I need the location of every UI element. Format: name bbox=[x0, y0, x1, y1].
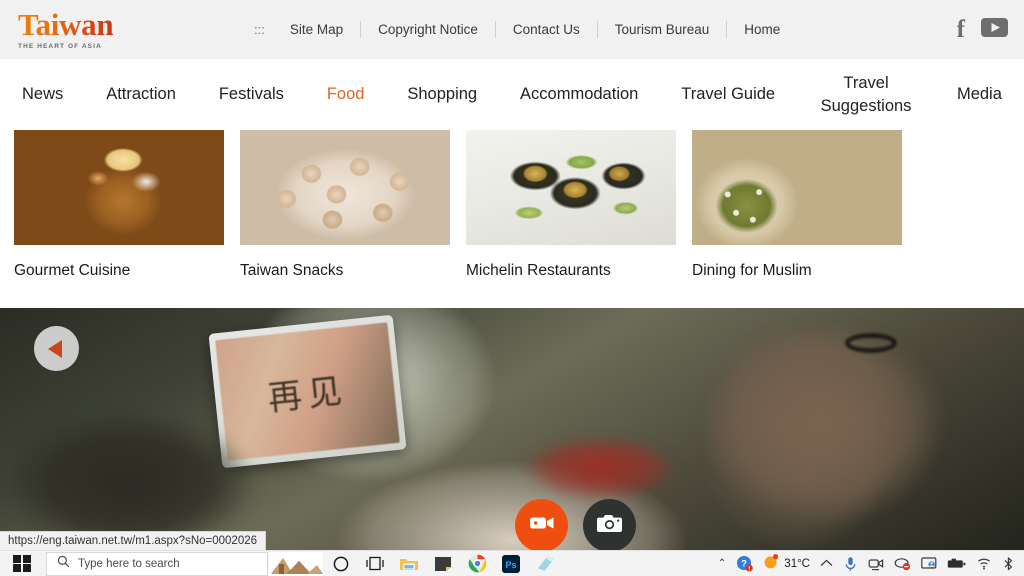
camera-icon bbox=[596, 513, 623, 539]
recording-blocked-icon[interactable] bbox=[889, 551, 916, 576]
hero-food-blur bbox=[505, 428, 695, 508]
search-placeholder-text: Type here to search bbox=[78, 557, 180, 570]
windows-taskbar: Type here to search Ps ⌃ ? ! 31°C bbox=[0, 550, 1024, 576]
system-tray: ⌃ ? ! 31°C bbox=[713, 551, 1024, 576]
webcam-icon[interactable] bbox=[863, 551, 889, 576]
halal-plate-photo bbox=[692, 130, 902, 245]
carousel-prev-button[interactable] bbox=[34, 326, 79, 371]
steamer-dumplings-photo bbox=[240, 130, 450, 245]
facebook-icon[interactable]: f bbox=[957, 17, 965, 42]
card-image[interactable] bbox=[466, 130, 676, 245]
logo-tagline: THE HEART OF ASIA bbox=[18, 43, 102, 50]
cortana-icon[interactable] bbox=[324, 551, 358, 576]
weather-temperature: 31°C bbox=[784, 557, 810, 570]
nav-item-travel-guide[interactable]: Travel Guide bbox=[681, 83, 775, 105]
nav-item-media[interactable]: Media bbox=[957, 83, 1002, 105]
card-label[interactable]: Taiwan Snacks bbox=[240, 262, 450, 280]
video-camera-icon bbox=[529, 514, 555, 537]
sticky-notes-icon[interactable] bbox=[426, 551, 460, 576]
start-button[interactable] bbox=[0, 551, 44, 576]
book-app-icon[interactable] bbox=[528, 551, 562, 576]
photoshop-icon[interactable]: Ps bbox=[494, 551, 528, 576]
weather-sun-icon bbox=[763, 553, 780, 575]
video-gallery-button[interactable] bbox=[515, 499, 568, 552]
food-category-cards: Gourmet Cuisine Taiwan Snacks Michelin R… bbox=[0, 130, 1024, 308]
utility-link-contact-us[interactable]: Contact Us bbox=[496, 22, 597, 37]
card-image[interactable] bbox=[14, 130, 224, 245]
microphone-icon[interactable] bbox=[838, 551, 863, 576]
bluetooth-icon[interactable] bbox=[997, 551, 1020, 576]
google-chrome-icon[interactable] bbox=[460, 551, 494, 576]
card-label[interactable]: Michelin Restaurants bbox=[466, 262, 676, 280]
category-card-michelin-restaurants[interactable]: Michelin Restaurants bbox=[466, 130, 676, 308]
overflow-chevron-icon[interactable]: ⌃ bbox=[713, 551, 731, 576]
browser-status-bar: https://eng.taiwan.net.tw/m1.aspx?sNo=00… bbox=[0, 531, 267, 550]
photo-gallery-button[interactable] bbox=[583, 499, 636, 552]
chevron-left-icon bbox=[48, 339, 62, 358]
nav-item-travel-suggestions[interactable]: Travel Suggestions bbox=[818, 72, 914, 117]
card-image[interactable] bbox=[692, 130, 902, 245]
utility-link-tourism-bureau[interactable]: Tourism Bureau bbox=[598, 22, 727, 37]
card-label[interactable]: Gourmet Cuisine bbox=[14, 262, 224, 280]
windows-start-icon bbox=[13, 554, 31, 573]
search-icon bbox=[57, 555, 70, 573]
accessibility-anchor-icon[interactable]: ::: bbox=[246, 22, 273, 37]
search-input[interactable]: Type here to search bbox=[46, 551, 268, 576]
site-logo[interactable]: Taiwan THE HEART OF ASIA bbox=[18, 9, 238, 50]
abalone-dish-photo bbox=[466, 130, 676, 245]
help-icon[interactable]: ? ! bbox=[731, 551, 758, 576]
file-explorer-icon[interactable] bbox=[392, 551, 426, 576]
utility-link-site-map[interactable]: Site Map bbox=[273, 22, 360, 37]
utility-link-copyright-notice[interactable]: Copyright Notice bbox=[361, 22, 495, 37]
utility-nav: ::: Site Map Copyright Notice Contact Us… bbox=[246, 21, 957, 38]
display-settings-icon[interactable] bbox=[916, 551, 942, 576]
category-card-gourmet-cuisine[interactable]: Gourmet Cuisine bbox=[14, 130, 224, 308]
social-links: f bbox=[957, 17, 1008, 42]
utility-link-home[interactable]: Home bbox=[727, 22, 797, 37]
wifi-icon[interactable] bbox=[971, 551, 997, 576]
weather-widget[interactable]: 31°C bbox=[758, 551, 815, 576]
hero-foreground-blur-left bbox=[0, 398, 280, 550]
browser-page: Taiwan THE HEART OF ASIA ::: Site Map Co… bbox=[0, 0, 1024, 576]
utility-header: Taiwan THE HEART OF ASIA ::: Site Map Co… bbox=[0, 0, 1024, 59]
nav-item-shopping[interactable]: Shopping bbox=[407, 83, 477, 105]
nav-item-food[interactable]: Food bbox=[327, 83, 365, 105]
nav-item-attraction[interactable]: Attraction bbox=[106, 83, 176, 105]
hero-foreground-blur-right bbox=[664, 308, 984, 548]
task-view-icon[interactable] bbox=[358, 551, 392, 576]
logo-wordmark: Taiwan bbox=[18, 7, 114, 42]
nav-item-festivals[interactable]: Festivals bbox=[219, 83, 284, 105]
hero-carousel[interactable]: 再见 bbox=[0, 308, 1024, 550]
category-card-dining-for-muslim[interactable]: Dining for Muslim bbox=[692, 130, 902, 308]
nav-item-news[interactable]: News bbox=[22, 83, 63, 105]
battery-icon[interactable] bbox=[942, 551, 971, 576]
taskbar-thumbnail-preview[interactable] bbox=[268, 551, 324, 576]
status-url-text: https://eng.taiwan.net.tw/m1.aspx?sNo=00… bbox=[8, 535, 258, 547]
svg-text:!: ! bbox=[748, 567, 750, 572]
clay-pot-soup-photo bbox=[14, 130, 224, 245]
nav-item-accommodation[interactable]: Accommodation bbox=[520, 83, 638, 105]
card-label[interactable]: Dining for Muslim bbox=[692, 262, 902, 280]
category-card-taiwan-snacks[interactable]: Taiwan Snacks bbox=[240, 130, 450, 308]
show-hidden-icons-chevron[interactable] bbox=[815, 551, 838, 576]
card-image[interactable] bbox=[240, 130, 450, 245]
svg-text:Ps: Ps bbox=[505, 560, 516, 570]
hero-bracelet-detail bbox=[845, 333, 897, 353]
main-navigation: News Attraction Festivals Food Shopping … bbox=[0, 59, 1024, 130]
youtube-icon[interactable] bbox=[981, 17, 1008, 42]
